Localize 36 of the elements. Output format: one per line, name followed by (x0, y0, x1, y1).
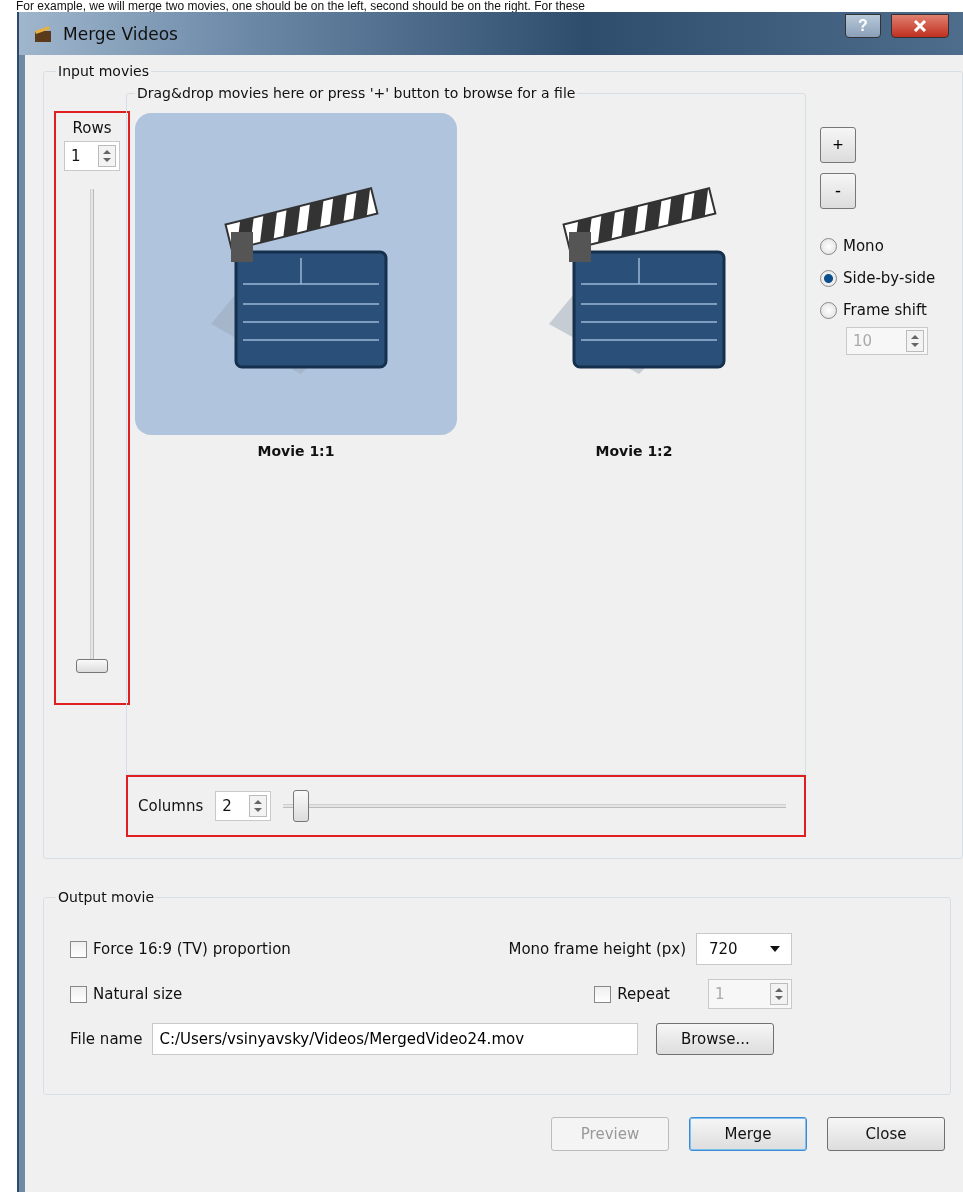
mono-frame-height-dropdown[interactable]: 720 (696, 933, 792, 965)
remove-button[interactable]: - (820, 173, 856, 209)
repeat-checkbox[interactable]: Repeat (594, 985, 670, 1003)
close-button[interactable] (891, 13, 949, 38)
natural-size-checkbox[interactable]: Natural size (70, 985, 183, 1003)
force-proportion-checkbox[interactable]: Force 16:9 (TV) proportion (70, 940, 291, 958)
group-title: Output movie (57, 889, 156, 905)
drop-area[interactable]: Drag&drop movies here or press '+' button to browse for a file Movie 1:1 Movie 1:2 (126, 85, 806, 775)
slider-thumb[interactable] (76, 659, 108, 673)
dialog-button[interactable]: Merge (689, 1117, 807, 1151)
columns-spinbox[interactable]: 2 (215, 791, 272, 821)
add-button[interactable]: + (820, 127, 856, 163)
dialog-button[interactable]: Close (827, 1117, 945, 1151)
close-icon (913, 19, 927, 32)
file-name-label: File name (70, 1030, 143, 1048)
radio-option[interactable]: Frame shift (820, 299, 927, 321)
group-title: Input movies (57, 63, 150, 79)
mono-frame-height-label: Mono frame height (px) (508, 940, 686, 958)
movie-label: Movie 1:1 (257, 443, 335, 459)
movie-label: Movie 1:2 (595, 443, 673, 459)
rows-label: Rows (72, 119, 112, 137)
spin-arrows-icon[interactable] (249, 795, 268, 817)
caption-text: For example, we will merge two movies, one should be on the left, second should be on the right. For these (15, 0, 586, 12)
file-name-field[interactable]: C:/Users/vsinyavsky/Videos/MergedVideo24.mov (152, 1023, 639, 1055)
columns-label: Columns (138, 797, 204, 815)
radio-option[interactable]: Mono (820, 235, 884, 257)
browse-button[interactable]: Browse... (656, 1023, 775, 1055)
movie-tile[interactable] (135, 113, 457, 435)
radio-option[interactable]: Side-by-side (820, 267, 936, 289)
spin-arrows-icon[interactable] (98, 145, 116, 167)
window-title: Merge Videos (63, 23, 179, 44)
caret-icon (769, 945, 781, 953)
clapperboard-icon (33, 24, 53, 43)
slider-thumb[interactable] (293, 790, 309, 822)
drop-area-title: Drag&drop movies here or press '+' button to browse for a file (136, 85, 577, 101)
rows-spinbox[interactable]: 1 (64, 141, 120, 171)
